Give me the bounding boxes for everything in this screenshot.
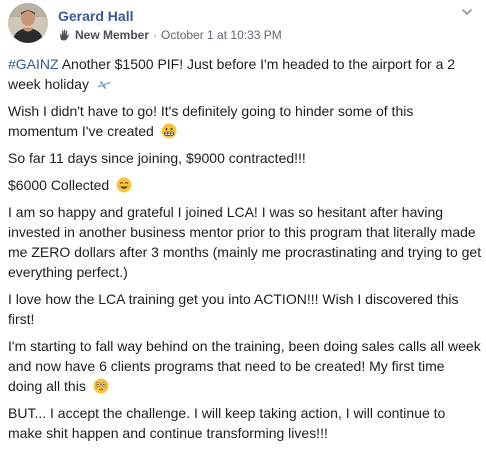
post-timestamp[interactable]: October 1 at 10:33 PM bbox=[161, 27, 282, 43]
paragraph-4: $6000 Collected bbox=[8, 175, 482, 195]
paragraph-text: $6000 Collected bbox=[8, 177, 110, 193]
paragraph-1: #GAINZ Another $1500 PIF! Just before I'… bbox=[8, 54, 482, 94]
paragraph-5: I am so happy and grateful I joined LCA!… bbox=[8, 202, 482, 282]
wave-hand-icon bbox=[60, 29, 69, 41]
paragraph-text: I'm starting to fall way behind on the t… bbox=[8, 338, 481, 394]
paragraph-text: I am so happy and grateful I joined LCA!… bbox=[8, 204, 482, 280]
avatar[interactable] bbox=[8, 3, 48, 43]
meta-separator: · bbox=[153, 28, 158, 42]
paragraph-7: I'm starting to fall way behind on the t… bbox=[8, 336, 482, 396]
paragraph-text: I love how the LCA training get you into… bbox=[8, 291, 459, 327]
paragraph-text: Another $1500 PIF! Just before I'm heade… bbox=[8, 56, 456, 92]
paragraph-text: So far 11 days since joining, $9000 cont… bbox=[8, 150, 306, 166]
paragraph-text: BUT... I accept the challenge. I will ke… bbox=[8, 405, 446, 441]
grimacing-face-emoji-icon bbox=[161, 123, 177, 139]
author-name[interactable]: Gerard Hall bbox=[58, 7, 133, 25]
paragraph-6: I love how the LCA training get you into… bbox=[8, 289, 482, 329]
paragraph-2: Wish I didn't have to go! It's definitel… bbox=[8, 101, 482, 141]
paragraph-3: So far 11 days since joining, $9000 cont… bbox=[8, 148, 482, 168]
group-post: Gerard Hall New Member · October 1 at 10… bbox=[0, 0, 486, 441]
flushed-face-emoji-icon bbox=[93, 378, 109, 394]
post-header: Gerard Hall New Member · October 1 at 10… bbox=[8, 3, 478, 49]
airplane-emoji-icon bbox=[96, 81, 111, 89]
smiling-face-emoji-icon bbox=[116, 177, 132, 193]
post-body: #GAINZ Another $1500 PIF! Just before I'… bbox=[8, 54, 482, 450]
member-badge: New Member bbox=[75, 28, 150, 42]
paragraph-text: Wish I didn't have to go! It's definitel… bbox=[8, 103, 414, 139]
chevron-down-icon[interactable] bbox=[460, 5, 474, 19]
paragraph-8: BUT... I accept the challenge. I will ke… bbox=[8, 403, 482, 443]
post-meta: New Member · October 1 at 10:33 PM bbox=[58, 27, 282, 43]
hashtag-link[interactable]: #GAINZ bbox=[8, 56, 59, 72]
